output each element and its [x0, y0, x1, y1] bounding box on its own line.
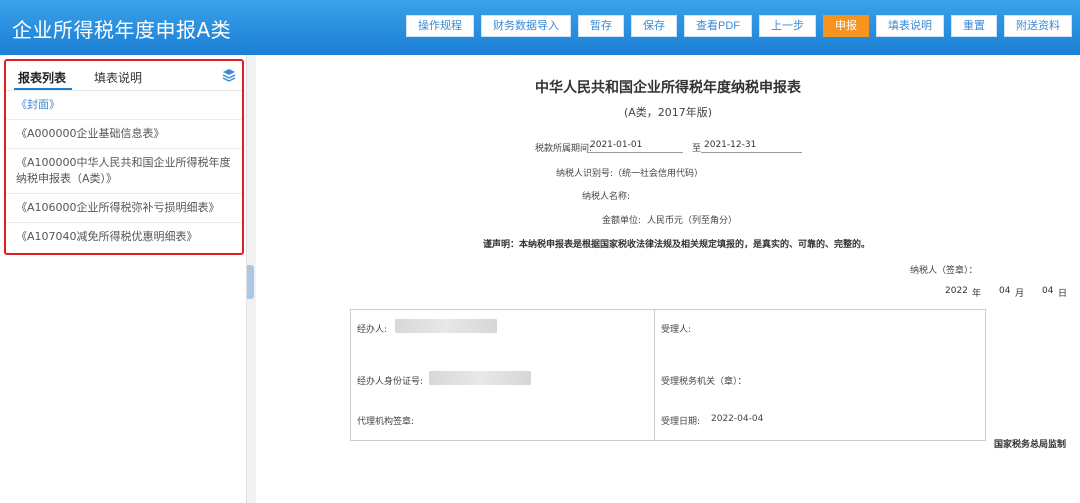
attachments-button[interactable]: 附送资料 — [1004, 15, 1072, 37]
unit-label: 金额单位: — [602, 216, 642, 226]
import-financial-data-button[interactable]: 财务数据导入 — [481, 15, 571, 37]
unit-value: 人民币元（列至角分） — [647, 216, 738, 226]
document-title: 中华人民共和国企业所得税年度纳税申报表 — [535, 80, 801, 96]
list-item-a106000[interactable]: 《A106000企业所得税弥补亏损明细表》 — [6, 194, 242, 223]
period-to-label: 至 — [692, 144, 702, 154]
period-end-field[interactable]: 2021-12-31 — [701, 139, 802, 153]
layers-icon[interactable] — [222, 68, 236, 82]
tax-office-label: 受理税务机关（章）： — [661, 377, 747, 387]
handler-label: 经办人: — [357, 325, 388, 335]
toolbar: 操作规程 财务数据导入 暂存 保存 查看PDF 上一步 申报 填表说明 重置 附… — [406, 15, 1072, 37]
handling-table: 经办人: 经办人身份证号: 代理机构签章: 受理人: 受理税务机关（章）： 受理… — [350, 309, 986, 441]
declaration-text: 谨声明：本纳税申报表是根据国家税收法律法规及相关规定填报的，是真实的、可靠的、完… — [483, 240, 871, 250]
date-day: 04 — [1042, 286, 1054, 296]
table-divider — [654, 310, 655, 440]
previous-step-button[interactable]: 上一步 — [759, 15, 816, 37]
receive-date-label: 受理日期: — [661, 417, 701, 427]
date-day-unit: 日 — [1058, 289, 1068, 299]
handler-id-value-redacted[interactable] — [429, 371, 531, 385]
reset-button[interactable]: 重置 — [951, 15, 997, 37]
temp-save-button[interactable]: 暂存 — [578, 15, 624, 37]
agency-label: 代理机构签章: — [357, 417, 415, 427]
tab-report-list[interactable]: 报表列表 — [18, 69, 66, 86]
app-header: 企业所得税年度申报A类 操作规程 财务数据导入 暂存 保存 查看PDF 上一步 … — [0, 0, 1080, 55]
date-year: 2022 — [945, 286, 968, 296]
list-item-a107040[interactable]: 《A107040减免所得税优惠明细表》 — [6, 223, 242, 251]
list-item-a100000[interactable]: 《A100000中华人民共和国企业所得税年度纳税申报表（A类）》 — [6, 149, 242, 194]
document-area: 中华人民共和国企业所得税年度纳税申报表 (A类，2017年版) 税款所属期间: … — [256, 55, 1080, 503]
period-label: 税款所属期间: — [535, 144, 593, 154]
list-item-a000000[interactable]: 《A000000企业基础信息表》 — [6, 120, 242, 149]
document-subtitle: (A类，2017年版) — [623, 106, 713, 119]
view-pdf-button[interactable]: 查看PDF — [684, 15, 752, 37]
save-button[interactable]: 保存 — [631, 15, 677, 37]
taxpayer-name-label: 纳税人名称: — [582, 192, 631, 202]
period-start-field[interactable]: 2021-01-01 — [587, 139, 683, 153]
list-item-cover[interactable]: 《封面》 — [6, 91, 242, 120]
receiver-label: 受理人: — [661, 325, 692, 335]
date-month-unit: 月 — [1015, 289, 1025, 299]
sidebar-collapse-handle[interactable] — [247, 265, 254, 299]
filling-instructions-button[interactable]: 填表说明 — [876, 15, 944, 37]
tab-filling-instructions[interactable]: 填表说明 — [94, 69, 142, 86]
signature-label: 纳税人（签章）： — [910, 266, 978, 276]
report-list-panel: 报表列表 填表说明 《封面》 《A000000企业基础信息表》 《A100000… — [4, 59, 244, 255]
receive-date-value: 2022-04-04 — [711, 414, 764, 424]
active-tab-indicator — [14, 88, 72, 90]
date-month: 04 — [999, 286, 1011, 296]
handler-id-label: 经办人身份证号: — [357, 377, 424, 387]
sidebar-tabs: 报表列表 填表说明 — [6, 61, 242, 91]
date-year-unit: 年 — [972, 289, 982, 299]
sidebar: 报表列表 填表说明 《封面》 《A000000企业基础信息表》 《A100000… — [0, 55, 247, 503]
operation-rules-button[interactable]: 操作规程 — [406, 15, 474, 37]
app-title: 企业所得税年度申报A类 — [12, 18, 232, 42]
declare-button[interactable]: 申报 — [823, 15, 869, 37]
supervision-note: 国家税务总局监制 — [993, 440, 1066, 450]
handler-value-redacted[interactable] — [395, 319, 497, 333]
taxpayer-id-label: 纳税人识别号:（统一社会信用代码） — [556, 169, 704, 179]
